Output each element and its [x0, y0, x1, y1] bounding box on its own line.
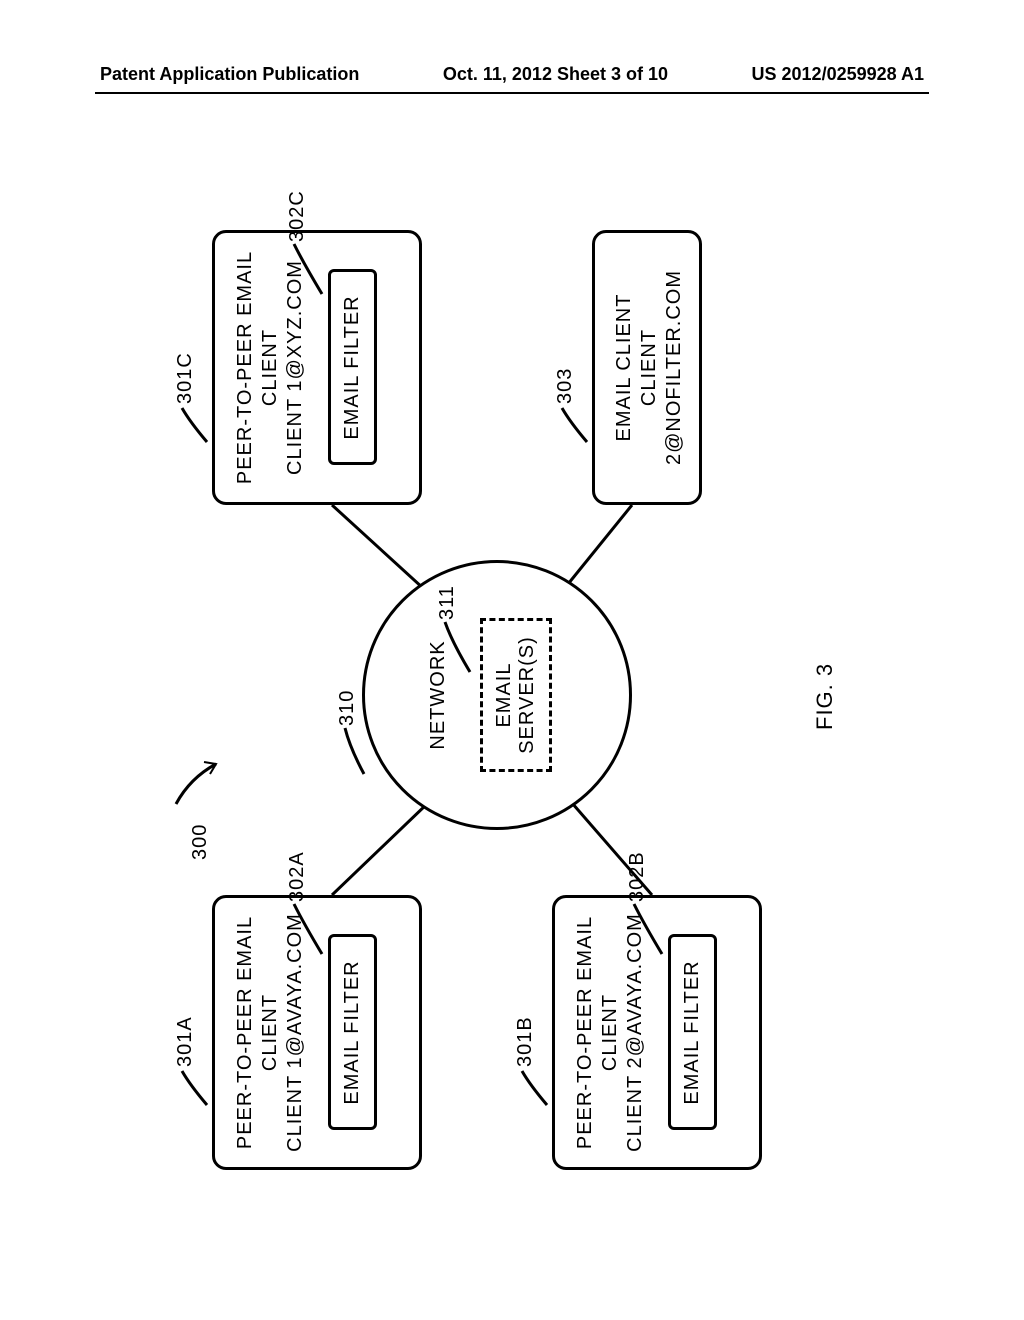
- box-a-filter-ref: 302A: [292, 900, 332, 960]
- page-header: Patent Application Publication Oct. 11, …: [100, 64, 924, 85]
- page: Patent Application Publication Oct. 11, …: [0, 0, 1024, 1320]
- box-a-ref: 301A: [180, 1065, 216, 1115]
- email-client-d: EMAIL CLIENT CLIENT 2@NOFILTER.COM: [592, 230, 702, 505]
- header-right: US 2012/0259928 A1: [752, 64, 924, 85]
- box-d-line2: CLIENT 2@NOFILTER.COM: [637, 245, 687, 490]
- network-node: NETWORK EMAIL SERVER(S): [362, 560, 632, 830]
- box-c-filter-label: EMAIL FILTER: [341, 295, 363, 439]
- box-c-line2: CLIENT: [258, 245, 283, 490]
- box-a-filter: EMAIL FILTER: [328, 935, 377, 1131]
- box-b-line2: CLIENT: [598, 910, 623, 1155]
- box-c-ref: 301C: [180, 402, 216, 452]
- box-a-filter-label: EMAIL FILTER: [341, 960, 363, 1104]
- box-b-filter-ref: 302B: [632, 900, 672, 960]
- header-left: Patent Application Publication: [100, 64, 359, 85]
- box-b-ref: 301B: [520, 1065, 556, 1115]
- box-d-line1: EMAIL CLIENT: [612, 245, 637, 490]
- figure-stage: NETWORK EMAIL SERVER(S) 310 311 PEER-TO-…: [152, 200, 872, 1200]
- header-center: Oct. 11, 2012 Sheet 3 of 10: [443, 64, 668, 85]
- server-ref: 311: [442, 620, 478, 680]
- box-a-line2: CLIENT: [258, 910, 283, 1155]
- box-b-filter: EMAIL FILTER: [668, 935, 717, 1131]
- email-server-label: EMAIL SERVER(S): [493, 636, 538, 754]
- box-c-filter: EMAIL FILTER: [328, 270, 377, 466]
- box-a-line1: PEER-TO-PEER EMAIL: [233, 910, 258, 1155]
- network-ref: 310: [342, 726, 372, 786]
- box-c-filter-ref: 302C: [292, 240, 332, 300]
- box-b-filter-label: EMAIL FILTER: [681, 960, 703, 1104]
- figure-label: FIG. 3: [812, 663, 838, 730]
- header-rule: [95, 92, 929, 94]
- email-server-box: EMAIL SERVER(S): [480, 618, 552, 771]
- system-ref: 300: [170, 748, 230, 860]
- box-d-ref: 303: [560, 402, 596, 452]
- box-b-line1: PEER-TO-PEER EMAIL: [573, 910, 598, 1155]
- arrow-down-right-icon: [170, 748, 230, 808]
- figure-rotated-container: NETWORK EMAIL SERVER(S) 310 311 PEER-TO-…: [152, 200, 872, 1200]
- box-c-line1: PEER-TO-PEER EMAIL: [233, 245, 258, 490]
